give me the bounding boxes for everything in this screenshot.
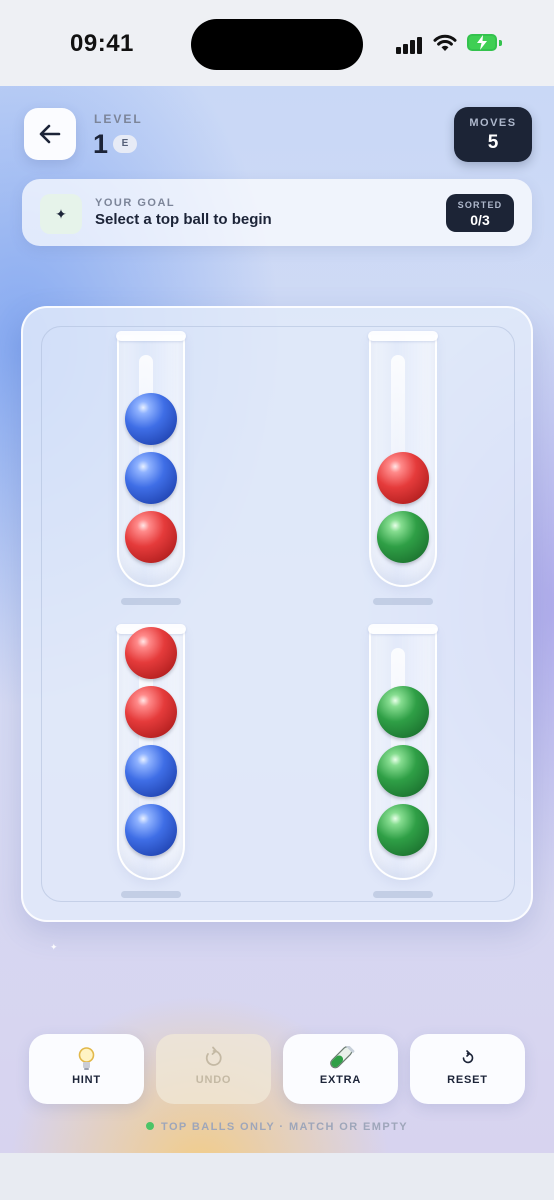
tube-shadow xyxy=(121,891,181,898)
hint-button[interactable]: HINT xyxy=(29,1034,144,1104)
moves-counter: MOVES 5 xyxy=(454,107,532,162)
hint-label: HINT xyxy=(72,1074,101,1086)
level-label: LEVEL xyxy=(94,112,143,126)
status-dot xyxy=(146,1122,155,1130)
game-board xyxy=(21,306,533,922)
tube-shadow xyxy=(121,598,181,605)
status-bar: 09:41 xyxy=(0,0,554,86)
extra-label: EXTRA xyxy=(319,1074,362,1086)
ball-red[interactable] xyxy=(125,627,177,679)
sorted-counter: SORTED 0/3 xyxy=(446,194,514,232)
ball-green xyxy=(377,511,429,563)
moves-value: 5 xyxy=(487,132,499,153)
home-indicator-area xyxy=(0,1153,554,1200)
sparkle-decoration: ✦ xyxy=(50,942,58,952)
undo-button[interactable]: UNDO xyxy=(156,1034,271,1104)
undo-icon xyxy=(205,1046,222,1066)
sorted-value: 0/3 xyxy=(470,212,490,228)
moves-label: MOVES xyxy=(469,117,517,129)
tube-shadow xyxy=(373,891,433,898)
ball-red[interactable] xyxy=(377,452,429,504)
tube-rim xyxy=(116,331,186,341)
ball-green[interactable] xyxy=(377,686,429,738)
level-number: 1 xyxy=(93,129,109,159)
back-arrow-icon xyxy=(39,124,61,144)
ball-blue xyxy=(125,804,177,856)
battery-tip xyxy=(499,40,502,46)
goal-label: YOUR GOAL xyxy=(95,197,176,209)
board-inner-frame xyxy=(41,326,515,902)
back-button[interactable] xyxy=(24,108,76,160)
reset-button[interactable]: RESET xyxy=(410,1034,525,1104)
cellular-signal-icon xyxy=(396,36,424,54)
difficulty-badge: E xyxy=(113,135,137,153)
extra-button[interactable]: EXTRA xyxy=(283,1034,398,1104)
ball-red xyxy=(125,686,177,738)
wifi-icon xyxy=(433,34,457,51)
tube-rim xyxy=(368,624,438,634)
rules-hint-text: TOP BALLS ONLY · MATCH OR EMPTY xyxy=(161,1121,408,1133)
dynamic-island xyxy=(191,19,363,70)
tube-rim xyxy=(368,331,438,341)
ball-blue[interactable] xyxy=(125,393,177,445)
test-tube-icon xyxy=(330,1046,355,1069)
lightbulb-icon xyxy=(78,1047,95,1070)
goal-text: Select a top ball to begin xyxy=(95,211,272,228)
ball-red xyxy=(125,511,177,563)
sparkle-icon: ✦ xyxy=(40,194,82,234)
status-time: 09:41 xyxy=(70,30,134,57)
bolt-icon xyxy=(477,35,487,50)
reset-icon xyxy=(462,1050,474,1064)
sorted-label: SORTED xyxy=(457,200,503,210)
ball-green xyxy=(377,745,429,797)
reset-label: RESET xyxy=(447,1074,488,1086)
tube-shadow xyxy=(373,598,433,605)
ball-blue xyxy=(125,745,177,797)
ball-blue xyxy=(125,452,177,504)
rules-hint: TOP BALLS ONLY · MATCH OR EMPTY xyxy=(0,1121,554,1133)
undo-label: UNDO xyxy=(195,1074,232,1086)
ball-green xyxy=(377,804,429,856)
goal-card: ✦ YOUR GOAL Select a top ball to begin S… xyxy=(22,179,532,246)
